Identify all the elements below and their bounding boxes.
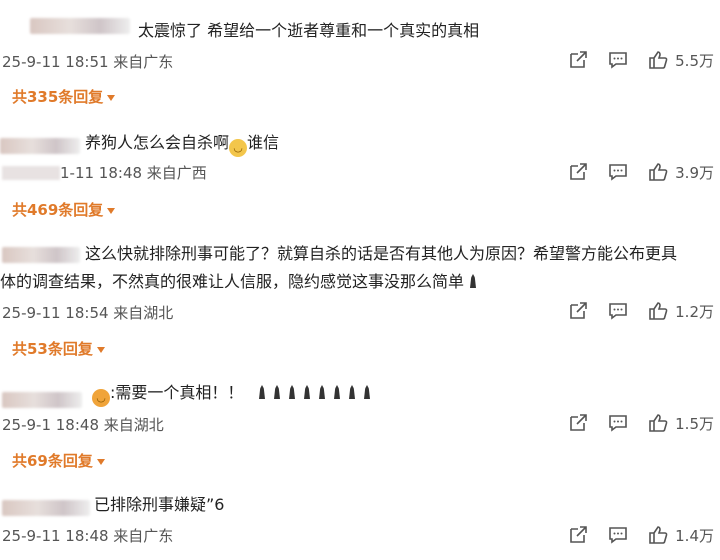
thumbs-up-icon[interactable] bbox=[647, 161, 669, 183]
candle-icon bbox=[288, 385, 295, 399]
candle-icon bbox=[348, 385, 355, 399]
replies-count: 共69条回复 bbox=[12, 452, 93, 470]
candle-icon bbox=[333, 385, 340, 399]
comment-text: 已排除刑事嫌疑”6 bbox=[94, 495, 225, 514]
comment-icon[interactable] bbox=[607, 300, 629, 322]
comment-actions: 5.5万 bbox=[567, 49, 714, 71]
comment-icon[interactable] bbox=[607, 412, 629, 434]
candle-icon bbox=[273, 385, 280, 399]
replies-count: 共335条回复 bbox=[12, 88, 104, 106]
like-count: 1.2万 bbox=[675, 302, 714, 321]
replies-toggle[interactable]: 共469条回复 bbox=[12, 199, 116, 220]
username-blurred[interactable] bbox=[2, 500, 90, 516]
comment-actions: 1.4万 bbox=[567, 524, 714, 546]
comment-text: ◡:需要一个真相！！ bbox=[92, 382, 377, 407]
chevron-down-icon bbox=[96, 346, 105, 353]
comment-meta: 25-9-11 18:54 来自湖北 bbox=[2, 304, 174, 322]
smile-emoji-icon: ◡ bbox=[92, 389, 110, 407]
replies-toggle[interactable]: 共53条回复 bbox=[12, 338, 105, 359]
date-blurred bbox=[2, 166, 60, 180]
comment-meta: 1-11 18:48 来自广西 bbox=[2, 162, 207, 183]
comment-actions: 1.5万 bbox=[567, 412, 714, 434]
username-blurred[interactable] bbox=[0, 138, 80, 154]
replies-count: 共469条回复 bbox=[12, 201, 104, 219]
share-icon[interactable] bbox=[567, 161, 589, 183]
username-blurred[interactable] bbox=[30, 18, 130, 34]
comment-actions: 1.2万 bbox=[567, 300, 714, 322]
candle-icon bbox=[258, 385, 265, 399]
replies-count: 共53条回复 bbox=[12, 340, 93, 358]
comment-text-main: 养狗人怎么会自杀啊 bbox=[85, 133, 230, 152]
candle-icon bbox=[363, 385, 370, 399]
thumbs-up-icon[interactable] bbox=[647, 300, 669, 322]
comment-icon[interactable] bbox=[607, 524, 629, 546]
candle-icon bbox=[318, 385, 325, 399]
comment-text-suffix: 谁信 bbox=[247, 133, 280, 152]
username-blurred[interactable] bbox=[2, 392, 82, 408]
smile-emoji-icon: ◡ bbox=[229, 139, 248, 157]
like-count: 1.5万 bbox=[675, 414, 714, 433]
chevron-down-icon bbox=[107, 207, 116, 214]
like-count: 3.9万 bbox=[675, 163, 714, 182]
chevron-down-icon bbox=[107, 94, 116, 101]
comment-actions: 3.9万 bbox=[567, 161, 714, 183]
comment-icon[interactable] bbox=[607, 161, 629, 183]
like-count: 5.5万 bbox=[675, 51, 714, 70]
thumbs-up-icon[interactable] bbox=[647, 49, 669, 71]
comment-text: 养狗人怎么会自杀啊 ◡ 谁信 bbox=[85, 132, 279, 157]
candle-icon bbox=[470, 274, 477, 288]
share-icon[interactable] bbox=[567, 524, 589, 546]
thumbs-up-icon[interactable] bbox=[647, 524, 669, 546]
comment-text: 这么快就排除刑事可能了？就算自杀的话是否有其他人为原因？希望警方能公布更具 bbox=[85, 244, 678, 263]
share-icon[interactable] bbox=[567, 49, 589, 71]
replies-toggle[interactable]: 共335条回复 bbox=[12, 86, 116, 107]
comment-icon[interactable] bbox=[607, 49, 629, 71]
thumbs-up-icon[interactable] bbox=[647, 412, 669, 434]
comment-meta: 25-9-11 18:48 来自广东 bbox=[2, 527, 174, 545]
username-blurred[interactable] bbox=[2, 247, 80, 263]
comment-text-line2: 体的调查结果，不然真的很难让人信服，隐约感觉这事没那么简单 bbox=[0, 271, 483, 293]
share-icon[interactable] bbox=[567, 300, 589, 322]
share-icon[interactable] bbox=[567, 412, 589, 434]
comment-meta: 25-9-1 18:48 来自湖北 bbox=[2, 416, 164, 434]
candle-icon bbox=[303, 385, 310, 399]
comment-meta: 25-9-11 18:51 来自广东 bbox=[2, 53, 174, 71]
replies-toggle[interactable]: 共69条回复 bbox=[12, 450, 105, 471]
like-count: 1.4万 bbox=[675, 526, 714, 545]
comment-text: 太震惊了 希望给一个逝者尊重和一个真实的真相 bbox=[138, 21, 480, 40]
chevron-down-icon bbox=[96, 458, 105, 465]
